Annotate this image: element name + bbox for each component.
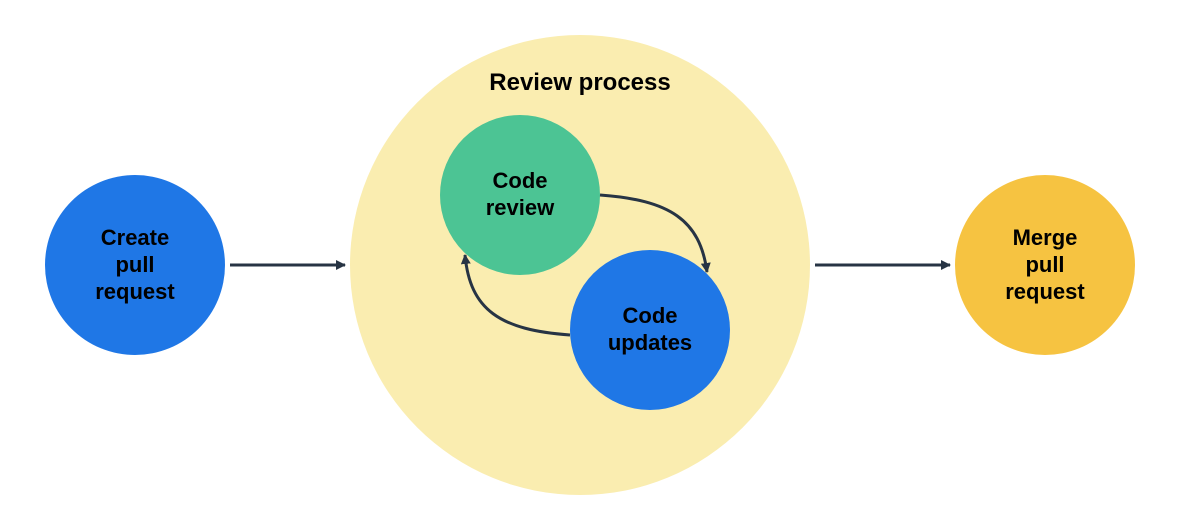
pull-request-review-diagram: Review process Create pull request Code … bbox=[0, 0, 1178, 530]
merge-label-3: request bbox=[1005, 279, 1085, 304]
create-label-2: pull bbox=[115, 252, 154, 277]
code-review-node: Code review bbox=[440, 115, 600, 275]
code-review-label-1: Code bbox=[493, 168, 548, 193]
code-updates-label-1: Code bbox=[623, 303, 678, 328]
create-label-3: request bbox=[95, 279, 175, 304]
review-process-title: Review process bbox=[489, 69, 670, 96]
create-pull-request-node: Create pull request bbox=[45, 175, 225, 355]
merge-label-2: pull bbox=[1025, 252, 1064, 277]
review-process-container bbox=[350, 35, 810, 495]
code-updates-node: Code updates bbox=[570, 250, 730, 410]
code-review-label-2: review bbox=[486, 195, 555, 220]
merge-label-1: Merge bbox=[1013, 225, 1078, 250]
create-label-1: Create bbox=[101, 225, 169, 250]
merge-pull-request-node: Merge pull request bbox=[955, 175, 1135, 355]
code-updates-label-2: updates bbox=[608, 330, 692, 355]
